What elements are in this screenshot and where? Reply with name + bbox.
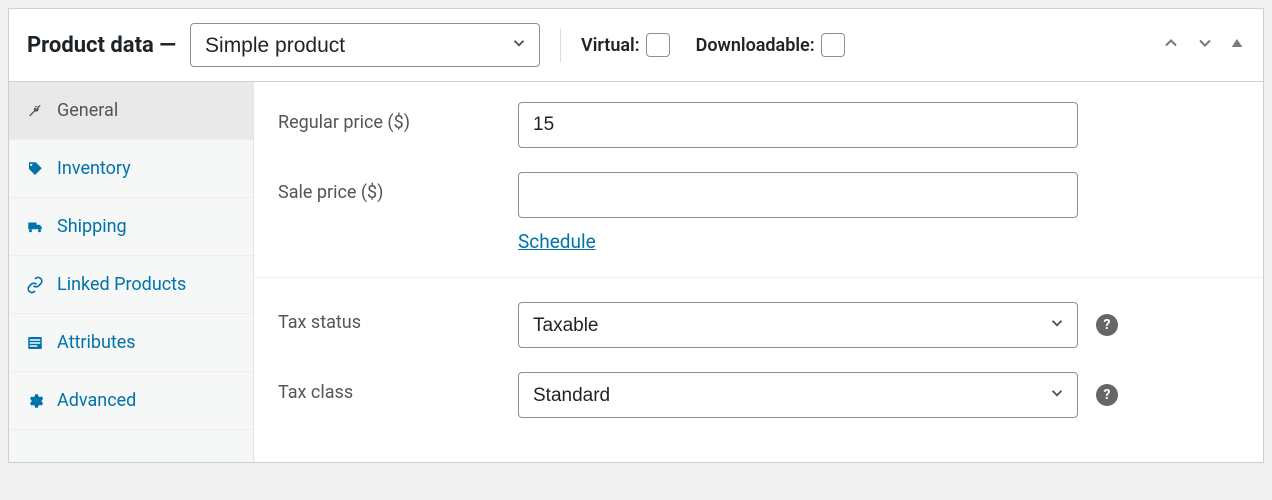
virtual-checkbox[interactable]	[646, 33, 670, 57]
panel-header: Product data — Simple product Virtual: D…	[9, 9, 1263, 82]
help-icon[interactable]: ?	[1096, 384, 1118, 406]
regular-price-label: Regular price ($)	[278, 102, 518, 133]
separator	[560, 28, 561, 62]
move-up-icon[interactable]	[1161, 33, 1181, 57]
schedule-link[interactable]: Schedule	[518, 230, 1078, 253]
tab-attributes[interactable]: Attributes	[9, 314, 253, 372]
downloadable-label: Downloadable:	[696, 35, 815, 56]
divider	[254, 277, 1263, 278]
tag-icon	[25, 160, 45, 178]
tab-inventory[interactable]: Inventory	[9, 140, 253, 198]
truck-icon	[25, 218, 45, 236]
tab-label: General	[57, 100, 118, 121]
list-icon	[25, 334, 45, 352]
virtual-label: Virtual:	[581, 35, 640, 56]
tax-status-select[interactable]: Taxable	[518, 302, 1078, 348]
tax-class-label: Tax class	[278, 372, 518, 403]
row-regular-price: Regular price ($)	[278, 102, 1239, 148]
wrench-icon	[25, 102, 45, 120]
help-icon[interactable]: ?	[1096, 314, 1118, 336]
tab-label: Attributes	[57, 332, 136, 353]
tab-content: Regular price ($) Sale price ($) Schedul…	[254, 82, 1263, 462]
gear-icon	[25, 392, 45, 410]
tab-label: Shipping	[57, 216, 127, 237]
row-tax-class: Tax class Standard ?	[278, 372, 1239, 418]
toggle-panel-icon[interactable]	[1229, 35, 1245, 55]
tab-shipping[interactable]: Shipping	[9, 198, 253, 256]
tab-label: Inventory	[57, 158, 131, 179]
panel-body: General Inventory Shipping Linked Produc…	[9, 82, 1263, 462]
sale-price-label: Sale price ($)	[278, 172, 518, 203]
sidebar: General Inventory Shipping Linked Produc…	[9, 82, 254, 462]
row-sale-price: Sale price ($) Schedule	[278, 172, 1239, 253]
link-icon	[25, 276, 45, 294]
move-down-icon[interactable]	[1195, 33, 1215, 57]
tab-label: Linked Products	[57, 274, 186, 295]
product-type-select[interactable]: Simple product	[190, 23, 540, 67]
tab-advanced[interactable]: Advanced	[9, 372, 253, 430]
row-tax-status: Tax status Taxable ?	[278, 302, 1239, 348]
product-data-panel: Product data — Simple product Virtual: D…	[8, 8, 1264, 463]
regular-price-input[interactable]	[518, 102, 1078, 148]
tax-class-select[interactable]: Standard	[518, 372, 1078, 418]
downloadable-checkbox[interactable]	[821, 33, 845, 57]
panel-title: Product data —	[27, 33, 176, 58]
tab-linked-products[interactable]: Linked Products	[9, 256, 253, 314]
tab-general[interactable]: General	[9, 82, 253, 140]
sale-price-input[interactable]	[518, 172, 1078, 218]
tax-status-label: Tax status	[278, 302, 518, 333]
tab-label: Advanced	[57, 390, 136, 411]
